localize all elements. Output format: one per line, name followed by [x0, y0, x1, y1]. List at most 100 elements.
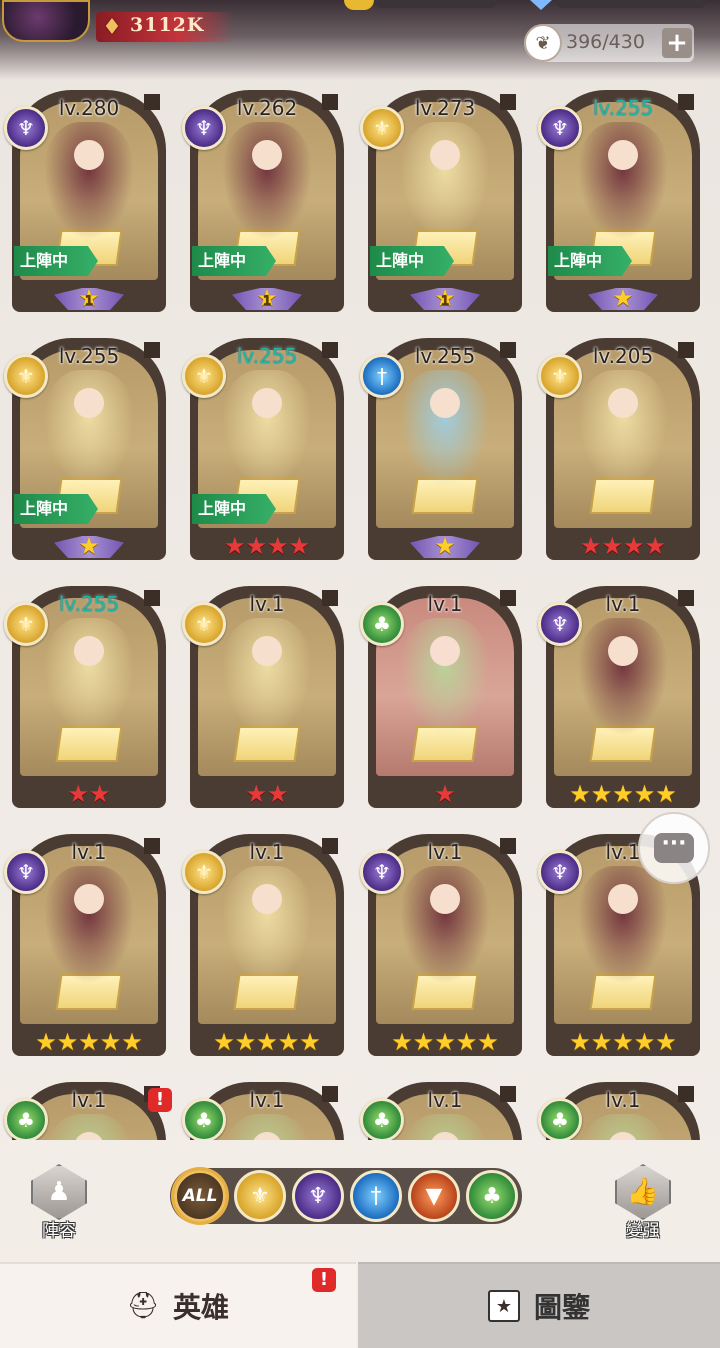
hero-card[interactable]: lv.1 ♆ ★ ★ ★ ★ ★ — [4, 830, 170, 1062]
hero-card[interactable]: lv.255 ⚜ 上陣中 ★ — [4, 334, 170, 566]
water-element-icon: † — [370, 1183, 382, 1209]
lineup-button[interactable]: ♟ 陣容 — [24, 1164, 94, 1241]
hero-card[interactable]: lv.1 ♆ ★ ★ ★ ★ ★ — [360, 830, 526, 1062]
star-icon: ★ — [633, 1028, 656, 1056]
hero-card[interactable]: lv.1 ♣ — [182, 1078, 348, 1140]
nature-element-icon: ♣ — [482, 1183, 502, 1209]
filter-bar: ♟ 陣容 ALL ⚜ ♆ † ▼ ♣ 👍 變强 — [0, 1140, 720, 1262]
star-icon: ★ — [655, 780, 677, 808]
chess-pawn-icon: ♟ — [31, 1164, 87, 1220]
tab-codex[interactable]: ★ 圖鑒 — [358, 1262, 720, 1348]
star-icon: ★ — [234, 1028, 257, 1056]
star-icon: ★ — [569, 780, 591, 808]
deployed-badge: 上陣中 — [14, 494, 98, 524]
star-icon: ★ — [89, 780, 111, 808]
chat-button[interactable]: ··· — [638, 812, 710, 884]
tab-heroes-label: 英雄 — [172, 1291, 229, 1324]
hero-capacity-count: 396/430 — [566, 31, 645, 53]
star-icon: ★ 1 — [78, 284, 100, 312]
star-icon: ★ — [35, 1028, 57, 1056]
hero-card[interactable]: lv.273 ⚜ 上陣中 ★ 1 — [360, 86, 526, 318]
filter-all-button[interactable]: ALL — [174, 1170, 226, 1222]
filter-light-button[interactable]: ⚜ — [234, 1170, 286, 1222]
star-rating: ★ 1 — [8, 284, 170, 312]
hero-card[interactable]: lv.1 ⚜ ★ ★ — [182, 582, 348, 814]
star-rating: ★ 1 — [186, 284, 348, 312]
light-element-icon: ⚜ — [182, 354, 226, 398]
hero-capacity-icon: ❦ — [524, 24, 562, 62]
star-icon: ★ — [223, 532, 246, 560]
hero-notice-badge: ! — [148, 1088, 172, 1112]
hero-sprite — [44, 122, 134, 240]
hero-card[interactable]: lv.255 ♆ 上陣中 ★ — [538, 86, 704, 318]
filter-water-button[interactable]: † — [350, 1170, 402, 1222]
hero-card[interactable]: lv.280 ♆ 上陣中 ★ 1 — [4, 86, 170, 318]
star-icon: ★ — [434, 780, 456, 808]
gem-currency-slot — [556, 0, 706, 8]
light-element-icon: ⚜ — [360, 106, 404, 150]
chat-icon: ··· — [654, 833, 694, 863]
hero-card[interactable]: lv.255 ⚜ 上陣中 ★ ★ ★ ★ — [182, 334, 348, 566]
star-icon: ★ — [56, 1028, 79, 1056]
star-icon: ★ — [288, 532, 311, 560]
dark-element-icon: ♆ — [308, 1183, 328, 1209]
expand-capacity-button[interactable]: + — [662, 28, 692, 58]
star-icon: ★ — [655, 1028, 677, 1056]
star-icon: ★ — [267, 780, 289, 808]
star-rating: ★ ★ — [186, 780, 348, 808]
hero-sprite — [400, 370, 490, 488]
hero-grid: lv.280 ♆ 上陣中 ★ 1 lv.262 ♆ 上陣中 ★ 1 lv.273 ⚜ 上陣中 ★ 1 lv.2… — [0, 86, 720, 1140]
player-avatar[interactable] — [2, 0, 90, 42]
hero-sprite — [578, 866, 668, 984]
gold-currency-icon[interactable] — [344, 0, 374, 10]
star-icon: ★ — [623, 532, 645, 560]
heroes-notice-badge: ! — [312, 1268, 336, 1292]
hero-helmet-icon: ⛑ — [126, 1291, 160, 1321]
deployed-badge: 上陣中 — [192, 246, 276, 276]
hero-card[interactable]: lv.262 ♆ 上陣中 ★ 1 — [182, 86, 348, 318]
star-icon: ★ — [78, 532, 100, 560]
hero-card[interactable]: lv.205 ⚜ ★ ★ ★ ★ — [538, 334, 704, 566]
star-rating: ★ ★ ★ ★ ★ — [364, 1028, 526, 1056]
hero-card[interactable]: lv.1 ♣! — [4, 1078, 172, 1140]
hero-sprite — [44, 370, 134, 488]
hero-card[interactable]: lv.1 ♣ ★ — [360, 582, 526, 814]
tab-codex-label: 圖鑒 — [533, 1291, 590, 1324]
star-icon: ★ — [612, 780, 634, 808]
power-icon: ♦ — [102, 14, 122, 40]
filter-fire-button[interactable]: ▼ — [408, 1170, 460, 1222]
hero-card[interactable]: lv.1 ♣ — [360, 1078, 526, 1140]
strengthen-label: 變强 — [626, 1221, 660, 1241]
hero-sprite — [400, 866, 490, 984]
filter-nature-button[interactable]: ♣ — [466, 1170, 518, 1222]
star-rating: ★ ★ ★ ★ ★ — [8, 1028, 170, 1056]
hero-sprite — [578, 370, 668, 488]
light-element-icon: ⚜ — [250, 1183, 270, 1209]
dark-element-icon: ♆ — [4, 850, 48, 894]
hero-card[interactable]: lv.255 † ★ — [360, 334, 526, 566]
fire-element-icon: ▼ — [425, 1183, 443, 1209]
star-icon: ★ — [267, 532, 289, 560]
hero-card[interactable]: lv.1 ⚜ ★ ★ ★ ★ ★ — [182, 830, 348, 1062]
hero-sprite — [222, 370, 312, 488]
hero-card[interactable]: lv.255 ⚜ ★ ★ — [4, 582, 170, 814]
hero-card[interactable]: lv.1 ♆ ★ ★ ★ ★ ★ — [538, 582, 704, 814]
gem-currency-icon[interactable] — [530, 0, 552, 10]
dark-element-icon: ♆ — [538, 602, 582, 646]
dark-element-icon: ♆ — [538, 850, 582, 894]
star-icon: ★ — [644, 532, 667, 560]
star-icon: ★ — [579, 532, 602, 560]
nature-element-icon: ♣ — [360, 1098, 404, 1140]
hero-sprite — [222, 866, 312, 984]
nature-element-icon: ♣ — [538, 1098, 582, 1140]
tab-heroes[interactable]: ⛑ 英雄 ! — [0, 1262, 356, 1348]
star-icon: ★ — [213, 1028, 235, 1056]
hero-sprite — [578, 618, 668, 736]
star-icon: ★ — [477, 1028, 499, 1056]
hero-sprite — [222, 122, 312, 240]
deployed-badge: 上陣中 — [192, 494, 276, 524]
strengthen-button[interactable]: 👍 變强 — [608, 1164, 678, 1241]
star-icon: ★ — [99, 1028, 122, 1056]
filter-dark-button[interactable]: ♆ — [292, 1170, 344, 1222]
hero-card[interactable]: lv.1 ♣ — [538, 1078, 704, 1140]
